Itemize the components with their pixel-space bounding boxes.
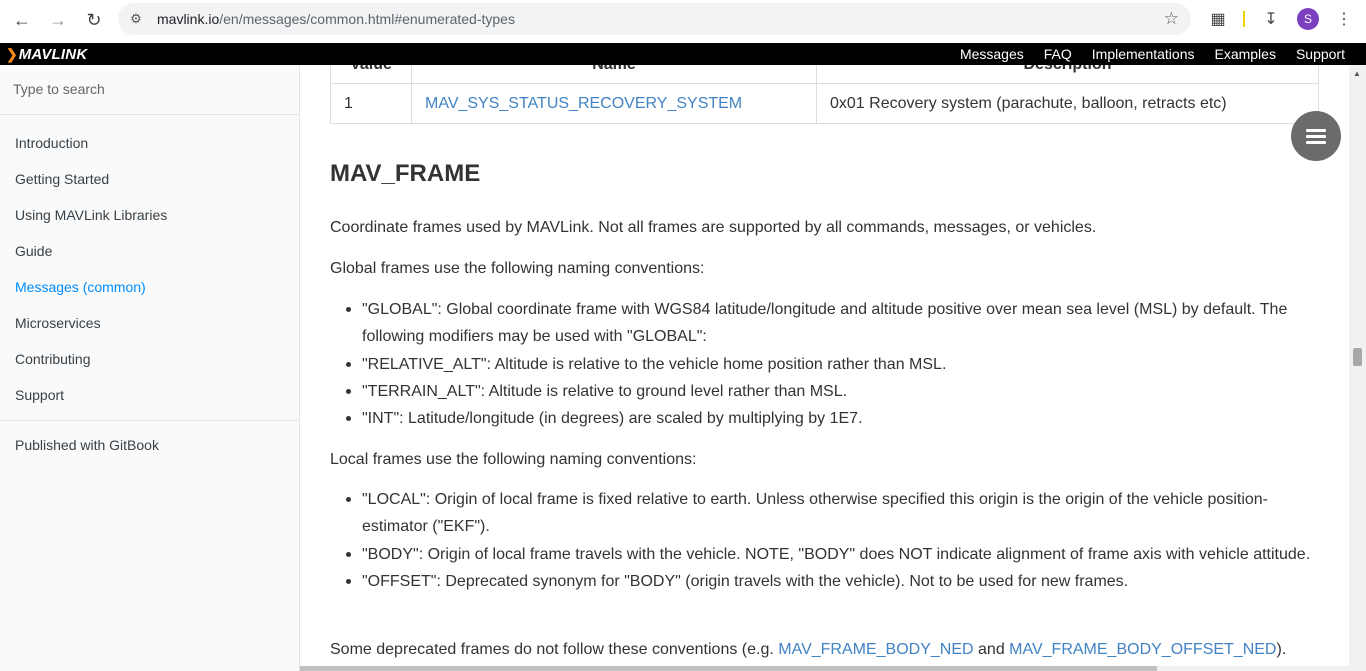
- sidebar-item-getting-started[interactable]: Getting Started: [0, 161, 299, 197]
- list-item: "OFFSET": Deprecated synonym for "BODY" …: [330, 568, 1320, 595]
- list-item: "LOCAL": Origin of local frame is fixed …: [330, 486, 1320, 541]
- deprecated-and-text: and: [973, 641, 1010, 658]
- nav-examples[interactable]: Examples: [1214, 46, 1275, 62]
- deprecated-suffix-text: ).: [1276, 641, 1287, 658]
- toolbar-divider: [1243, 11, 1245, 27]
- browser-toolbar: ← → ↻ ⚙ mavlink.io/en/messages/common.ht…: [0, 0, 1366, 39]
- hamburger-line: [1306, 134, 1326, 138]
- url-host: mavlink.io: [157, 11, 220, 27]
- main-content: Value Name Description 1 MAV_SYS_STATUS_…: [300, 65, 1349, 671]
- deprecated-paragraph: Some deprecated frames do not follow the…: [330, 641, 1286, 659]
- column-header-name: Name: [411, 65, 817, 84]
- forward-icon[interactable]: →: [44, 6, 72, 34]
- horizontal-scroll-thumb[interactable]: [300, 666, 1157, 671]
- vertical-scroll-thumb[interactable]: [1353, 348, 1362, 366]
- sidebar-item-messages-common[interactable]: Messages (common): [0, 269, 299, 305]
- top-nav: Messages FAQ Implementations Examples Su…: [960, 43, 1366, 65]
- list-item: "GLOBAL": Global coordinate frame with W…: [330, 296, 1320, 351]
- sidebar-search: [0, 65, 299, 115]
- url-text[interactable]: mavlink.io/en/messages/common.html#enume…: [157, 11, 515, 27]
- cell-description: 0x01 Recovery system (parachute, balloon…: [816, 83, 1319, 124]
- hamburger-line: [1306, 128, 1326, 132]
- enum-name-link[interactable]: MAV_SYS_STATUS_RECOVERY_SYSTEM: [425, 95, 742, 112]
- sidebar-divider: [0, 420, 299, 421]
- horizontal-scrollbar[interactable]: [300, 666, 1349, 671]
- hamburger-menu-button[interactable]: [1291, 111, 1341, 161]
- local-conventions-list: "LOCAL": Origin of local frame is fixed …: [330, 486, 1320, 595]
- cell-value: 1: [330, 83, 412, 124]
- download-icon[interactable]: ↧: [1260, 8, 1282, 30]
- logo-wings-icon: ❯: [6, 45, 18, 62]
- column-header-description: Description: [816, 65, 1319, 84]
- table-row: 1 MAV_SYS_STATUS_RECOVERY_SYSTEM 0x01 Re…: [330, 83, 1319, 124]
- more-menu-icon[interactable]: ⋮: [1333, 8, 1355, 30]
- hamburger-line: [1306, 140, 1326, 144]
- global-intro-paragraph: Global frames use the following naming c…: [330, 260, 705, 277]
- section-heading: MAV_FRAME: [330, 160, 481, 187]
- profile-avatar[interactable]: S: [1297, 8, 1319, 30]
- published-with-gitbook-link[interactable]: Published with GitBook: [15, 437, 159, 453]
- list-item: "TERRAIN_ALT": Altitude is relative to g…: [330, 378, 1320, 405]
- nav-faq[interactable]: FAQ: [1044, 46, 1072, 62]
- nav-implementations[interactable]: Implementations: [1092, 46, 1195, 62]
- sidebar-item-guide[interactable]: Guide: [0, 233, 299, 269]
- sidebar-item-microservices[interactable]: Microservices: [0, 305, 299, 341]
- sidebar: Introduction Getting Started Using MAVLi…: [0, 65, 300, 671]
- sidebar-item-introduction[interactable]: Introduction: [0, 125, 299, 161]
- scroll-up-arrow-icon[interactable]: ▲: [1353, 69, 1361, 78]
- table-header-row: Value Name Description: [330, 65, 1319, 84]
- extensions-icon[interactable]: ▦: [1207, 8, 1229, 30]
- back-icon[interactable]: ←: [8, 6, 36, 34]
- sidebar-item-using-libraries[interactable]: Using MAVLink Libraries: [0, 197, 299, 233]
- list-item: "INT": Latitude/longitude (in degrees) a…: [330, 405, 1320, 432]
- sidebar-nav: Introduction Getting Started Using MAVLi…: [0, 125, 299, 413]
- reload-icon[interactable]: ↻: [80, 6, 108, 34]
- global-conventions-list: "GLOBAL": Global coordinate frame with W…: [330, 296, 1320, 432]
- site-header: ❯ MAVLINK Messages FAQ Implementations E…: [0, 43, 1366, 65]
- body-offset-ned-link[interactable]: MAV_FRAME_BODY_OFFSET_NED: [1009, 641, 1276, 658]
- sidebar-item-contributing[interactable]: Contributing: [0, 341, 299, 377]
- intro-paragraph: Coordinate frames used by MAVLink. Not a…: [330, 219, 1097, 236]
- address-bar[interactable]: ⚙ mavlink.io/en/messages/common.html#enu…: [118, 3, 1191, 35]
- nav-messages[interactable]: Messages: [960, 46, 1024, 62]
- vertical-scrollbar[interactable]: ▲: [1349, 65, 1366, 671]
- url-path: /en/messages/common.html#enumerated-type…: [219, 11, 515, 27]
- body-ned-link[interactable]: MAV_FRAME_BODY_NED: [778, 641, 973, 658]
- sidebar-item-support[interactable]: Support: [0, 377, 299, 413]
- cell-name: MAV_SYS_STATUS_RECOVERY_SYSTEM: [411, 83, 817, 124]
- enum-table: Value Name Description 1 MAV_SYS_STATUS_…: [330, 65, 1319, 124]
- deprecated-prefix-text: Some deprecated frames do not follow the…: [330, 641, 779, 658]
- column-header-value: Value: [330, 65, 412, 84]
- nav-support[interactable]: Support: [1296, 46, 1345, 62]
- list-item: "BODY": Origin of local frame travels wi…: [330, 541, 1320, 568]
- list-item: "RELATIVE_ALT": Altitude is relative to …: [330, 351, 1320, 378]
- search-input[interactable]: [13, 81, 283, 97]
- bookmark-star-icon[interactable]: ☆: [1164, 9, 1179, 29]
- local-intro-paragraph: Local frames use the following naming co…: [330, 451, 697, 468]
- mavlink-logo[interactable]: ❯ MAVLINK: [6, 45, 87, 63]
- site-info-icon[interactable]: ⚙: [128, 11, 144, 27]
- logo-text: MAVLINK: [18, 45, 88, 63]
